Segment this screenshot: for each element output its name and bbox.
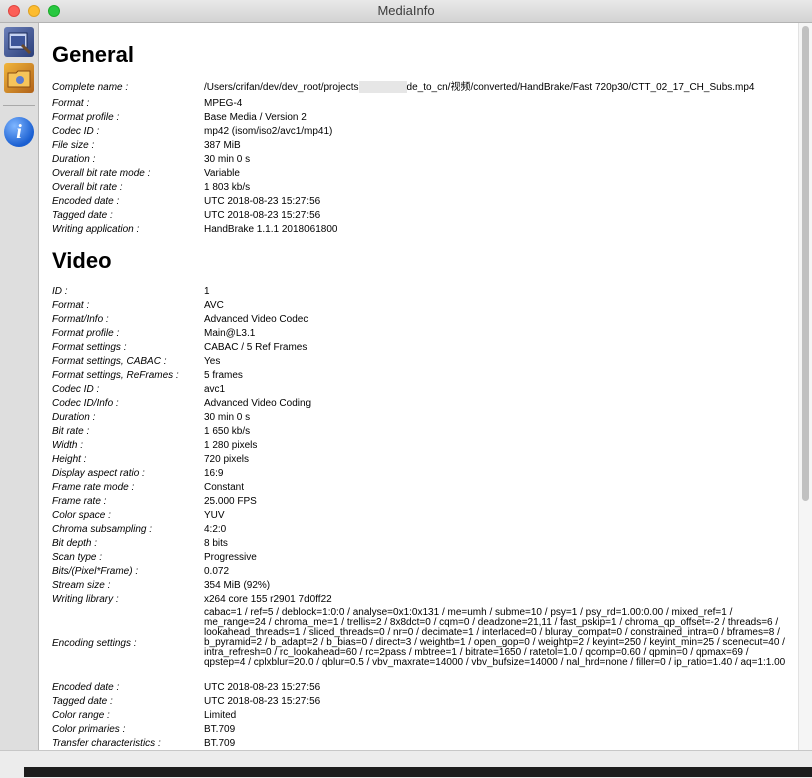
field-value: BT.709 [204,738,236,749]
field-label: Transfer characteristics : [52,738,161,749]
encoding-settings-value: cabac=1 / ref=5 / deblock=1:0:0 / analys… [204,607,786,668]
field-label: Bits/(Pixel*Frame) : [52,566,139,577]
field-value: UTC 2018-08-23 15:27:56 [204,682,321,693]
video-heading: Video [52,248,112,273]
field-value: mp42 (isom/iso2/avc1/mp41) [204,126,333,137]
field-label: Codec ID : [52,126,100,137]
field-value: UTC 2018-08-23 15:27:56 [204,696,321,707]
field-label: Format settings, ReFrames : [52,370,179,381]
field-value: Yes [204,356,221,367]
field-label: Color range : [52,710,110,721]
open-file-button[interactable] [4,27,34,57]
field-label: Color primaries : [52,724,126,735]
field-label: Overall bit rate mode : [52,168,151,179]
field-label: Width : [52,440,84,451]
field-label: Format profile : [52,328,120,339]
field-label: Bit depth : [52,538,98,549]
field-label: Chroma subsampling : [52,524,153,535]
field-value: 4:2:0 [204,524,227,535]
path-prefix: /Users/crifan/dev/dev_root/projects [204,82,359,93]
info-icon: i [16,121,22,143]
field-value: 16:9 [204,468,224,479]
field-label: Height : [52,454,87,465]
general-heading: General [52,42,134,67]
report-view[interactable]: General Complete name : /Users/crifan/de… [39,23,799,750]
field-label: Codec ID/Info : [52,398,119,409]
field-label: Duration : [52,154,96,165]
field-label: Codec ID : [52,384,100,395]
field-value: 0.072 [204,566,230,577]
field-value: Main@L3.1 [204,328,256,339]
field-value: HandBrake 1.1.1 2018061800 [204,224,338,235]
field-label: Display aspect ratio : [52,468,145,479]
field-label: Encoding settings : [52,638,137,649]
field-value: avc1 [204,384,226,395]
field-value: 8 bits [204,538,228,549]
field-label: Bit rate : [52,426,90,437]
field-value: Constant [204,482,245,493]
field-value: 25.000 FPS [204,496,257,507]
field-value: 720 pixels [204,454,250,465]
field-value: 1 [204,286,210,297]
field-value: 30 min 0 s [204,412,251,423]
info-button[interactable]: i [4,117,34,147]
field-value: Advanced Video Codec [204,314,309,325]
vertical-scrollbar[interactable] [798,23,812,750]
field-value: 1 650 kb/s [204,426,251,437]
title-bar: MediaInfo [0,0,812,23]
field-value: AVC [204,300,224,311]
field-label: Encoded date : [52,196,120,207]
redacted-segment [358,81,407,94]
field-value: 30 min 0 s [204,154,251,165]
toolbar: i [0,23,39,750]
field-value: /Users/crifan/dev/dev_root/projects de_to… [204,81,755,95]
field-label: Tagged date : [52,696,113,707]
window-title: MediaInfo [377,3,435,18]
field-value: BT.709 [204,724,236,735]
field-value: 1 803 kb/s [204,182,251,193]
field-value: Variable [204,168,240,179]
field-label: ID : [52,286,68,297]
scrollbar-thumb[interactable] [802,26,809,501]
field-label: File size : [52,140,95,151]
field-label: Color space : [52,510,111,521]
field-label: Format : [52,300,90,311]
field-label: Frame rate mode : [52,482,135,493]
film-open-icon [8,32,32,55]
field-value: YUV [204,510,225,521]
field-label: Duration : [52,412,96,423]
field-label: Stream size : [52,580,111,591]
field-value: UTC 2018-08-23 15:27:56 [204,196,321,207]
window-bottom-strip [24,767,812,777]
field-value: MPEG-4 [204,98,243,109]
field-label: Format settings : [52,342,127,353]
field-label: Frame rate : [52,496,107,507]
field-label: Overall bit rate : [52,182,123,193]
folder-media-icon [7,70,31,88]
field-label: Tagged date : [52,210,113,221]
field-value: 354 MiB (92%) [204,580,271,591]
field-label: Scan type : [52,552,103,563]
field-value: CABAC / 5 Ref Frames [204,342,308,353]
field-label: Writing library : [52,594,119,605]
field-value: Progressive [204,552,257,563]
path-suffix: de_to_cn/视频/converted/HandBrake/Fast 720… [406,82,755,93]
field-value: 387 MiB [204,140,241,151]
field-label: Format settings, CABAC : [52,356,167,367]
field-label: Format profile : [52,112,120,123]
field-value: 1 280 pixels [204,440,258,451]
field-label: Format : [52,98,90,109]
field-value: Advanced Video Coding [204,398,312,409]
field-label: Format/Info : [52,314,109,325]
field-value: Limited [204,710,237,721]
toolbar-separator [3,105,35,106]
open-folder-button[interactable] [4,63,34,93]
field-label: Writing application : [52,224,140,235]
field-value: Base Media / Version 2 [204,112,307,123]
field-value: UTC 2018-08-23 15:27:56 [204,210,321,221]
field-value: 5 frames [204,370,243,381]
field-label: Complete name : [52,82,129,93]
field-label: Encoded date : [52,682,120,693]
field-value: x264 core 155 r2901 7d0ff22 [204,594,332,605]
